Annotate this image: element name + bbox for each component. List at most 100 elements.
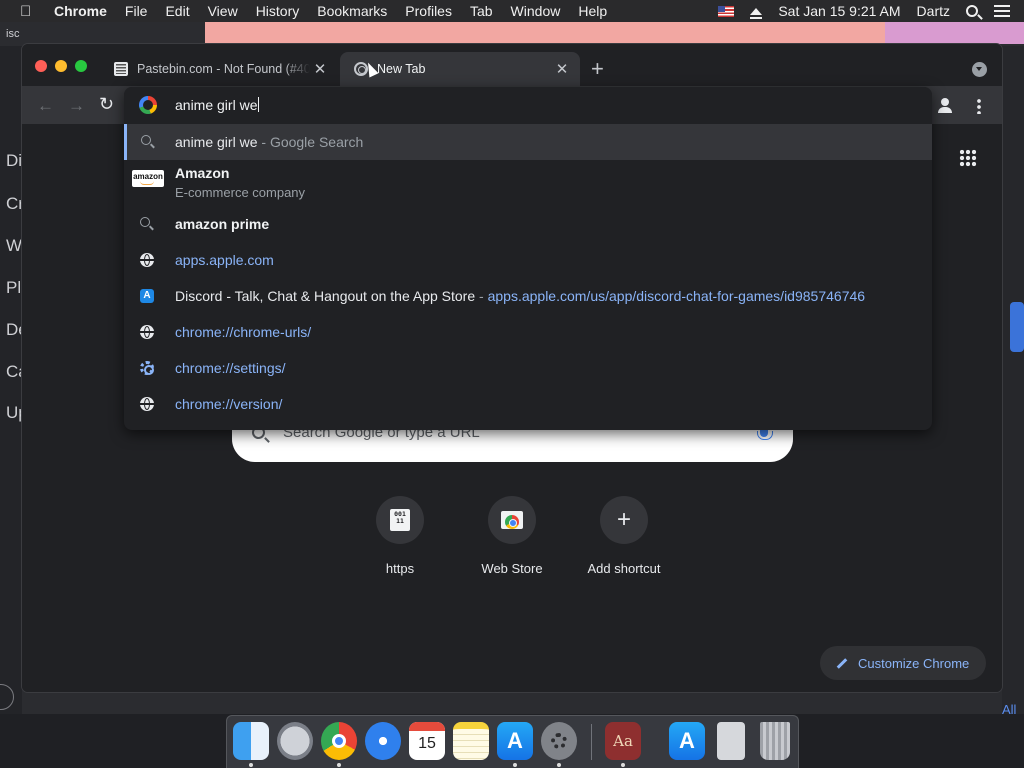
shortcut-web-store[interactable]: Web Store <box>457 496 567 576</box>
dock-separator <box>591 724 592 760</box>
menu-bookmarks[interactable]: Bookmarks <box>317 3 387 19</box>
menu-file[interactable]: File <box>125 3 148 19</box>
web-store-icon <box>501 511 523 529</box>
minimize-window-button[interactable] <box>55 60 67 72</box>
launchpad-icon[interactable] <box>277 722 313 760</box>
suggestion-main: chrome://chrome-urls/ <box>175 324 312 340</box>
eject-icon[interactable] <box>750 7 763 19</box>
customize-label: Customize Chrome <box>858 655 970 671</box>
dictionary-glyph: Aa <box>613 732 633 750</box>
bg-sidebar-item: Di <box>6 151 23 170</box>
close-tab-icon[interactable]: ✕ <box>552 60 572 78</box>
bg-sidebar-item: W <box>6 236 23 255</box>
gear-icon <box>140 361 154 375</box>
menu-bar-status-area: Sat Jan 15 9:21 AM Dartz <box>718 0 1010 22</box>
spotlight-search-icon[interactable] <box>966 5 978 17</box>
suggestion-sep: - <box>257 134 270 150</box>
suggestion-text: anime girl we - Google Search <box>175 134 363 150</box>
calendar-icon[interactable]: 15 <box>409 722 445 760</box>
suggestion-main: apps.apple.com <box>175 252 274 268</box>
menu-app-name[interactable]: Chrome <box>54 3 107 19</box>
notification-center-icon[interactable] <box>994 5 1010 17</box>
shortcut-add[interactable]: + Add shortcut <box>569 496 679 576</box>
menu-profiles[interactable]: Profiles <box>405 3 452 19</box>
tab-search-icon[interactable] <box>972 62 987 77</box>
suggestion-discord-app-store[interactable]: A Discord - Talk, Chat & Hangout on the … <box>124 278 932 314</box>
address-bar-text[interactable]: anime girl we <box>175 97 260 113</box>
menu-history[interactable]: History <box>256 3 300 19</box>
running-indicator <box>513 763 517 767</box>
shortcut-label: https <box>385 561 415 576</box>
menu-help[interactable]: Help <box>578 3 607 19</box>
app-store-icon: A <box>140 289 154 303</box>
applications-folder-icon[interactable]: A <box>669 722 705 760</box>
downloads-stack-icon[interactable] <box>717 722 745 760</box>
binary-file-icon: 001 11 <box>390 509 410 531</box>
system-preferences-icon[interactable] <box>541 722 577 760</box>
notes-icon[interactable] <box>453 722 489 760</box>
pastebin-favicon-icon <box>114 62 128 76</box>
suggestion-main: chrome://version/ <box>175 396 283 412</box>
menu-edit[interactable]: Edit <box>165 3 189 19</box>
suggestion-chrome-urls[interactable]: chrome://chrome-urls/ <box>124 314 932 350</box>
back-button[interactable]: ← <box>37 96 54 116</box>
menu-view[interactable]: View <box>208 3 238 19</box>
suggestion-main: amazon prime <box>175 216 270 232</box>
suggestion-chrome-version[interactable]: chrome://version/ <box>124 386 932 422</box>
apple-menu-icon[interactable]:  <box>20 3 48 20</box>
app-store-glyph: A <box>507 728 523 753</box>
calendar-day: 15 <box>418 735 436 752</box>
bg-sidebar-item: Pl <box>6 278 22 297</box>
text-caret <box>258 97 260 112</box>
close-window-button[interactable] <box>35 60 47 72</box>
plus-icon: + <box>616 506 631 533</box>
suggestion-amazon[interactable]: amazon Amazon E-commerce company <box>124 160 932 206</box>
zoom-window-button[interactable] <box>75 60 87 72</box>
suggestion-amazon-prime[interactable]: amazon prime <box>124 206 932 242</box>
profile-avatar-icon[interactable] <box>936 96 954 114</box>
menu-user-name[interactable]: Dartz <box>917 3 950 19</box>
chrome-icon[interactable] <box>321 722 357 760</box>
address-bar[interactable]: anime girl we <box>124 87 932 123</box>
shortcut-https[interactable]: 001 11 https <box>345 496 455 576</box>
pencil-icon <box>836 657 848 669</box>
menu-window[interactable]: Window <box>511 3 561 19</box>
globe-icon <box>140 325 154 339</box>
shortcut-tile: 001 11 <box>376 496 424 544</box>
shortcut-label: Add shortcut <box>587 561 661 576</box>
shortcut-tile <box>488 496 536 544</box>
customize-chrome-button[interactable]: Customize Chrome <box>820 646 986 680</box>
suggestion-sep: - <box>475 288 488 304</box>
suggestion-url: apps.apple.com/us/app/discord-chat-for-g… <box>487 288 866 304</box>
new-tab-button[interactable]: + <box>591 58 604 80</box>
suggestion-main: anime girl we <box>175 134 258 150</box>
suggestion-text: Discord - Talk, Chat & Hangout on the Ap… <box>175 288 865 304</box>
bg-label: isc <box>6 28 20 40</box>
google-apps-icon[interactable] <box>959 149 977 167</box>
suggestion-google-search[interactable]: anime girl we - Google Search <box>124 124 932 160</box>
suggestion-apps-apple[interactable]: apps.apple.com <box>124 242 932 278</box>
menu-clock[interactable]: Sat Jan 15 9:21 AM <box>778 3 900 19</box>
tab-strip: Pastebin.com - Not Found (#404) ✕ New Ta… <box>22 44 1002 86</box>
search-icon <box>140 217 150 227</box>
trash-icon[interactable] <box>760 722 790 760</box>
menu-tab[interactable]: Tab <box>470 3 493 19</box>
input-source-flag-icon[interactable] <box>718 5 735 17</box>
running-indicator <box>621 763 625 767</box>
finder-icon[interactable] <box>233 722 269 760</box>
suggestion-chrome-settings[interactable]: chrome://settings/ <box>124 350 932 386</box>
close-tab-icon[interactable]: ✕ <box>310 60 330 78</box>
dictionary-icon[interactable]: Aa <box>605 722 641 760</box>
google-g-icon <box>139 96 157 114</box>
forward-button[interactable]: → <box>68 96 85 116</box>
tab-pastebin[interactable]: Pastebin.com - Not Found (#404) ✕ <box>102 52 338 86</box>
reload-button[interactable]: ↻ <box>99 94 114 115</box>
suggestion-main: chrome://settings/ <box>175 360 286 376</box>
bg-accent-pill <box>1010 302 1024 352</box>
chrome-menu-icon[interactable] <box>977 98 981 114</box>
safari-icon[interactable] <box>365 722 401 760</box>
app-store-icon[interactable]: A <box>497 722 533 760</box>
suggestion-detail: E-commerce company <box>175 185 306 200</box>
background-app-sidebar: isc Di Cr W Pl De Ca Up <box>0 28 28 736</box>
macos-dock: 15 A Aa A <box>226 715 799 768</box>
